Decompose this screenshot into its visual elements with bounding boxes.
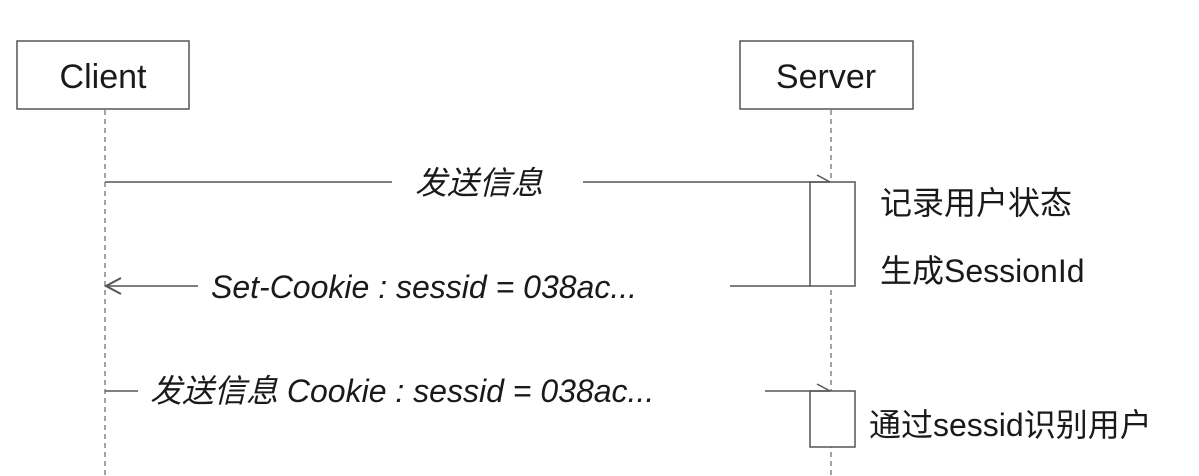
note-identify-user: 通过sessid识别用户	[869, 407, 1152, 443]
message-label: Set-Cookie : sessid = 038ac...	[211, 269, 637, 305]
server-participant: Server	[739, 40, 914, 110]
client-label: Client	[60, 58, 147, 96]
server-label: Server	[776, 58, 876, 96]
server-activation-bar-2	[809, 390, 856, 448]
message-label: 发送信息 Cookie : sessid = 038ac...	[150, 373, 654, 409]
note-record-state: 记录用户状态	[880, 185, 1072, 221]
message-send-with-cookie: 发送信息 Cookie : sessid = 038ac...	[105, 373, 831, 409]
server-activation-bar-1	[809, 181, 856, 287]
message-label: 发送信息	[415, 165, 543, 201]
message-set-cookie: Set-Cookie : sessid = 038ac...	[103, 269, 810, 305]
sequence-diagram: Client Server 发送信息 Set-Cookie : sessid =…	[16, 40, 1152, 476]
arrowhead-icon	[816, 174, 831, 183]
client-participant: Client	[16, 40, 190, 110]
note-generate-session-id: 生成SessionId	[880, 253, 1085, 289]
message-send-info: 发送信息	[105, 165, 831, 201]
arrowhead-icon	[816, 383, 831, 392]
